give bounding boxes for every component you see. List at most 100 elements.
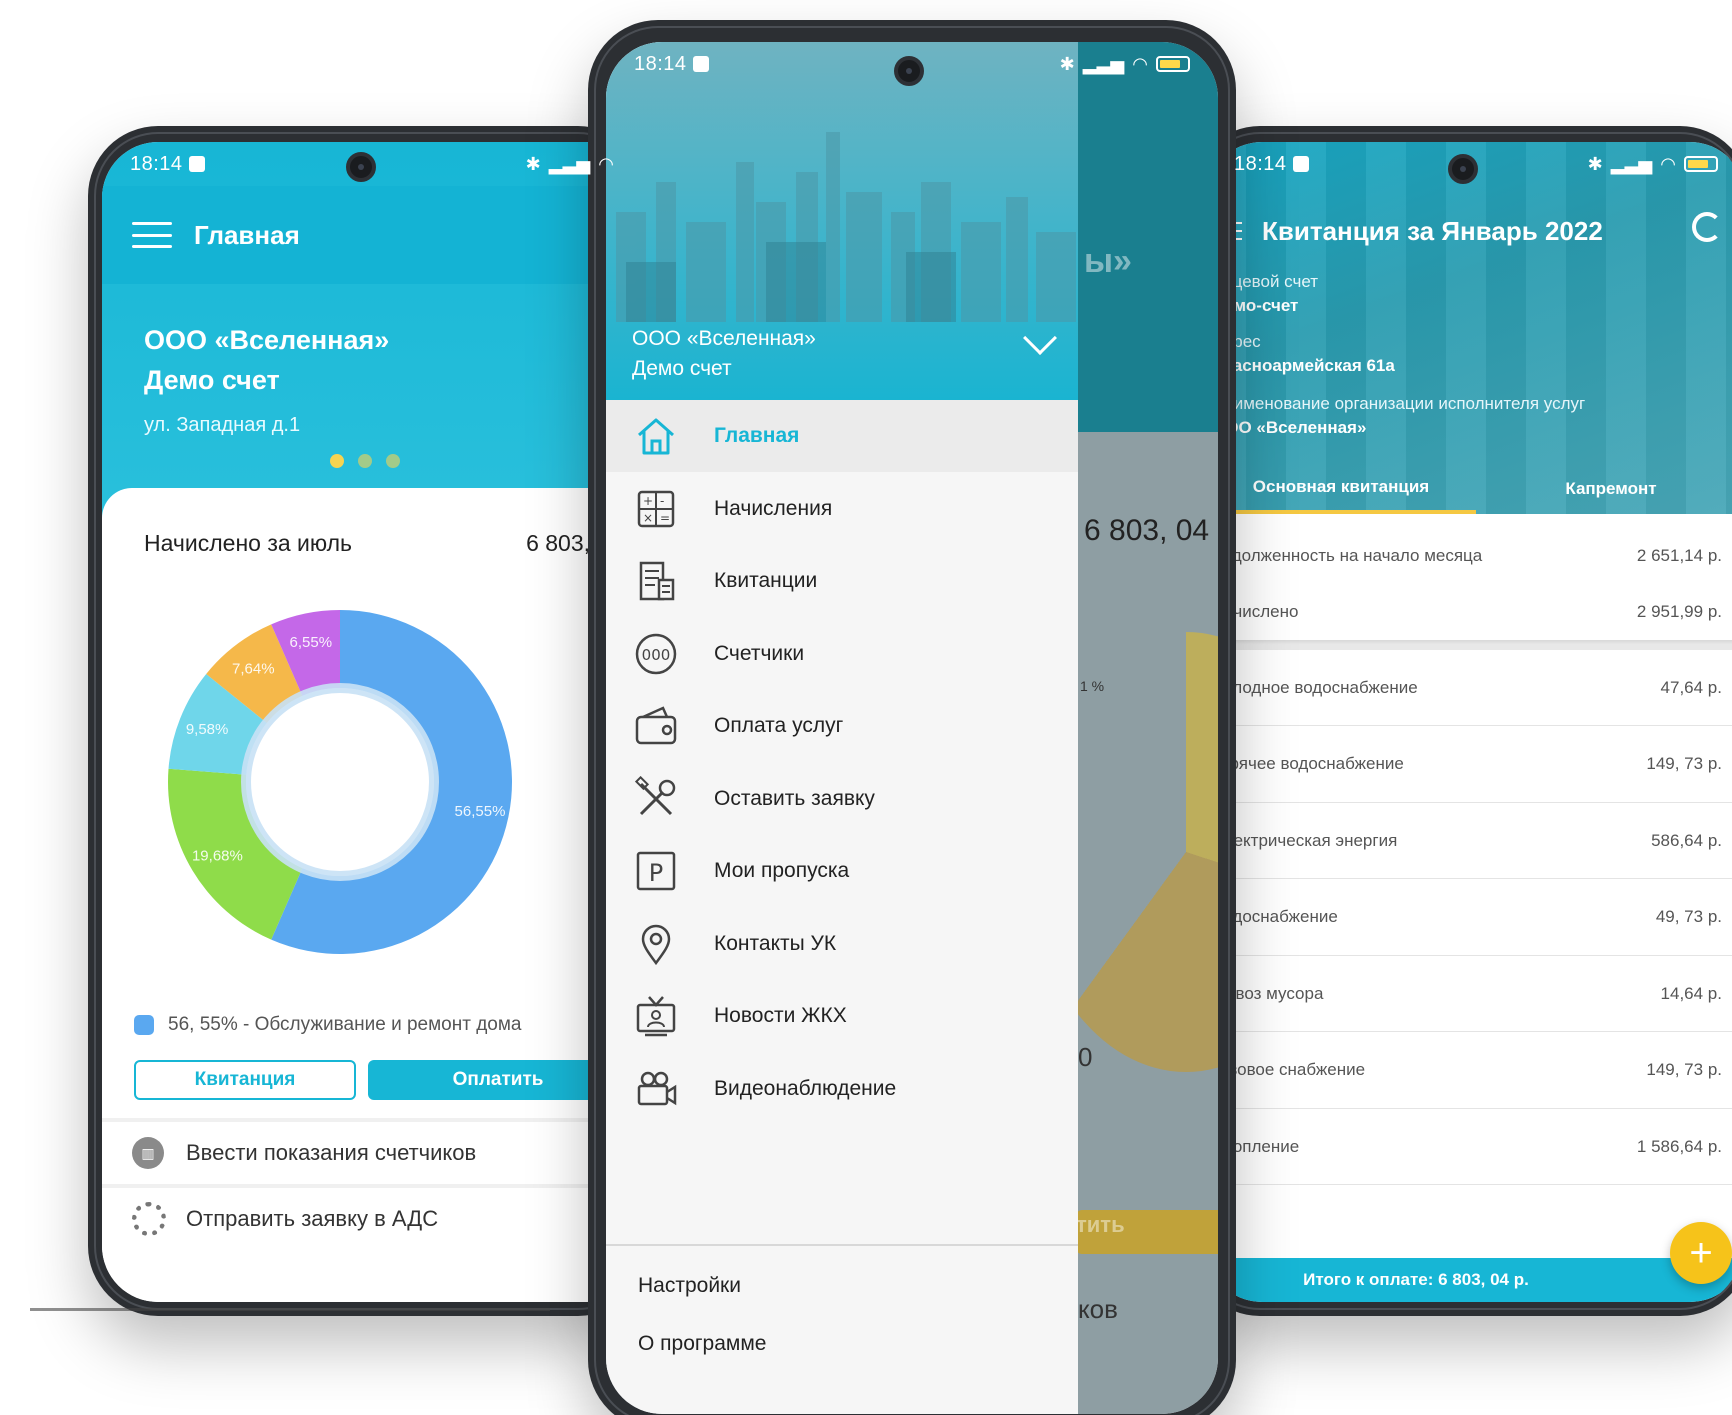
city-skyline-image — [616, 132, 1076, 322]
receipt-button[interactable]: Квитанция — [134, 1060, 356, 1100]
bluetooth-icon: ✱ — [1059, 53, 1075, 74]
wifi-icon: ◠ — [1132, 53, 1148, 74]
account-name: Демо счет — [632, 357, 732, 380]
receipt-line-value: 149, 73 р. — [1646, 1060, 1722, 1079]
app-bar: Главная — [102, 186, 642, 284]
drawer-item[interactable]: Квитанции — [606, 545, 1078, 617]
tab-main-receipt[interactable]: Основная квитанция — [1206, 464, 1476, 514]
carousel-dot[interactable] — [330, 454, 344, 468]
send-request-button[interactable]: Отправить заявку в АДС — [102, 1184, 642, 1250]
add-fab-button[interactable]: + — [1670, 1222, 1732, 1284]
divider — [606, 1244, 1078, 1246]
account-switcher[interactable]: ООО «Вселенная» Демо счет — [632, 324, 816, 384]
promo-stage: 18:14 ✱ ▂▃▅ ◠ Главная ООО «Вселенная» Де… — [0, 0, 1732, 1415]
refresh-icon[interactable] — [1692, 212, 1722, 242]
carousel-dot[interactable] — [386, 454, 400, 468]
floor-shadow — [30, 1308, 550, 1311]
donut-hole — [241, 683, 439, 881]
status-icons: ✱ ▂▃▅ ◠ — [1060, 54, 1190, 75]
meter-icon: 000 — [632, 630, 680, 678]
summary-label: Задолженность на начало месяца — [1212, 546, 1483, 565]
drawer-item-label: Квитанции — [714, 569, 818, 592]
page-title: Квитанция за Январь 2022 — [1262, 216, 1603, 246]
notification-icon — [692, 56, 709, 72]
org-label: Наименование организации исполнителя усл… — [1212, 394, 1586, 413]
drawer-item[interactable]: Оставить заявку — [606, 763, 1078, 835]
drawer-item-label: Начисления — [714, 496, 833, 520]
drawer-item-label: Мои пропуска — [714, 859, 850, 882]
receipt-line-row[interactable]: Электрическая энергия 586,64 р. — [1206, 803, 1732, 879]
receipt-line-row[interactable]: Водоснабжение 49, 73 р. — [1206, 879, 1732, 956]
dimmed-pct: 1 % — [1080, 678, 1105, 694]
drawer-item-about[interactable]: О программе — [638, 1332, 766, 1356]
calculator-icon: + - × = — [632, 485, 680, 533]
drawer-item-settings[interactable]: Настройки — [638, 1274, 741, 1298]
summary-value: 2 651,14 р. — [1636, 546, 1722, 565]
dimmed-ghost-text: ы» — [1084, 242, 1132, 280]
enter-meter-readings-button[interactable]: ▥ Ввести показания счетчиков — [102, 1118, 642, 1184]
meter-icon: ▥ — [132, 1137, 164, 1169]
org-name: ООО «Вселенная» — [632, 327, 816, 350]
receipt-line-row[interactable]: Отопление 1 586,64 р. — [1206, 1109, 1732, 1185]
drawer-item[interactable]: Видеонаблюдение — [606, 1053, 1078, 1125]
receipt-tabs: Основная квитанция Капремонт — [1206, 464, 1732, 514]
receipt-line-label: Горячее водоснабжение — [1212, 754, 1404, 773]
video-camera-icon — [632, 1065, 680, 1113]
chevron-down-icon[interactable] — [1023, 321, 1057, 355]
front-camera — [894, 56, 924, 86]
bluetooth-icon: ✱ — [525, 153, 541, 174]
page-title: Главная — [194, 219, 300, 250]
carousel-dots[interactable] — [330, 454, 400, 468]
donut-slice-label: 9,58% — [186, 721, 229, 738]
legend-text: 56, 55% - Обслуживание и ремонт дома — [168, 1014, 522, 1035]
drawer-item-label: Главная — [714, 424, 800, 447]
receipt-line-row[interactable]: Вывоз мусора 14,64 р. — [1206, 956, 1732, 1032]
tools-icon — [632, 775, 680, 823]
receipt-line-row[interactable]: Горячее водоснабжение 149, 73 р. — [1206, 726, 1732, 803]
charges-donut-chart[interactable]: 56,55% 19,68% 9,58% 7,64% 6,55% — [160, 602, 520, 962]
drawer-item[interactable]: + - × = Начисления — [606, 473, 1078, 545]
svg-text:+: + — [643, 494, 653, 508]
svg-text:P: P — [649, 859, 663, 887]
phone-right: 18:14 ✱ ▂▃▅ ◠ Квитанция за Январь 2022 Л… — [1190, 126, 1732, 1316]
tab-capital-repair[interactable]: Капремонт — [1476, 464, 1732, 514]
drawer-item-label: Новости ЖКХ — [714, 1004, 847, 1027]
drawer-item[interactable]: Главная — [606, 400, 1078, 472]
drawer-item[interactable]: Контакты УК — [606, 908, 1078, 980]
drawer-screen: ы» 6 803, 04 1 % 0 тить ков 18:14 ✱ ▂▃▅ … — [606, 42, 1218, 1414]
receipt-line-row[interactable]: Газовое снабжение 149, 73 р. — [1206, 1032, 1732, 1109]
status-time: 18:14 — [634, 52, 687, 75]
parking-icon: P — [632, 847, 680, 895]
plus-icon: + — [1689, 1230, 1713, 1275]
gear-icon — [132, 1202, 166, 1236]
drawer-item[interactable]: 000 Счетчики — [606, 618, 1078, 690]
drawer-item-label: Счетчики — [714, 641, 805, 665]
location-icon — [632, 920, 680, 968]
svg-text:×: × — [643, 511, 653, 525]
account-card[interactable]: ООО «Вселенная» Демо счет — [144, 320, 389, 400]
drawer-item-label: Контакты УК — [714, 931, 837, 955]
divider — [1206, 640, 1732, 650]
receipt-line-row[interactable]: Холодное водоснабжение 47,64 р. — [1206, 650, 1732, 726]
drawer-item[interactable]: P Мои пропуска — [606, 835, 1078, 907]
svg-text:-: - — [660, 494, 664, 508]
drawer-item-label: Оплата услуг — [714, 714, 844, 737]
donut-legend: 56, 55% - Обслуживание и ремонт дома — [134, 1014, 522, 1036]
app-bar: Квитанция за Январь 2022 — [1206, 186, 1732, 276]
drawer-item[interactable]: Оплата услуг — [606, 690, 1078, 762]
receipt-line-value: 586,64 р. — [1651, 830, 1722, 850]
front-camera — [1448, 154, 1478, 184]
front-camera — [346, 152, 376, 182]
signal-icon: ▂▃▅ — [1610, 153, 1653, 174]
home-icon — [632, 412, 680, 460]
drawer-header: ООО «Вселенная» Демо счет — [606, 42, 1078, 400]
wifi-icon: ◠ — [598, 153, 614, 174]
carousel-dot[interactable] — [358, 454, 372, 468]
menu-icon[interactable] — [132, 222, 172, 248]
receipt-line-value: 49, 73 р. — [1655, 907, 1722, 926]
battery-icon — [1684, 156, 1718, 172]
donut-slice-label: 19,68% — [192, 848, 243, 865]
drawer-item[interactable]: Новости ЖКХ — [606, 980, 1078, 1052]
receipt-line-value: 149, 73 р. — [1646, 754, 1722, 773]
receipt-line-value: 1 586,64 р. — [1636, 1136, 1722, 1156]
